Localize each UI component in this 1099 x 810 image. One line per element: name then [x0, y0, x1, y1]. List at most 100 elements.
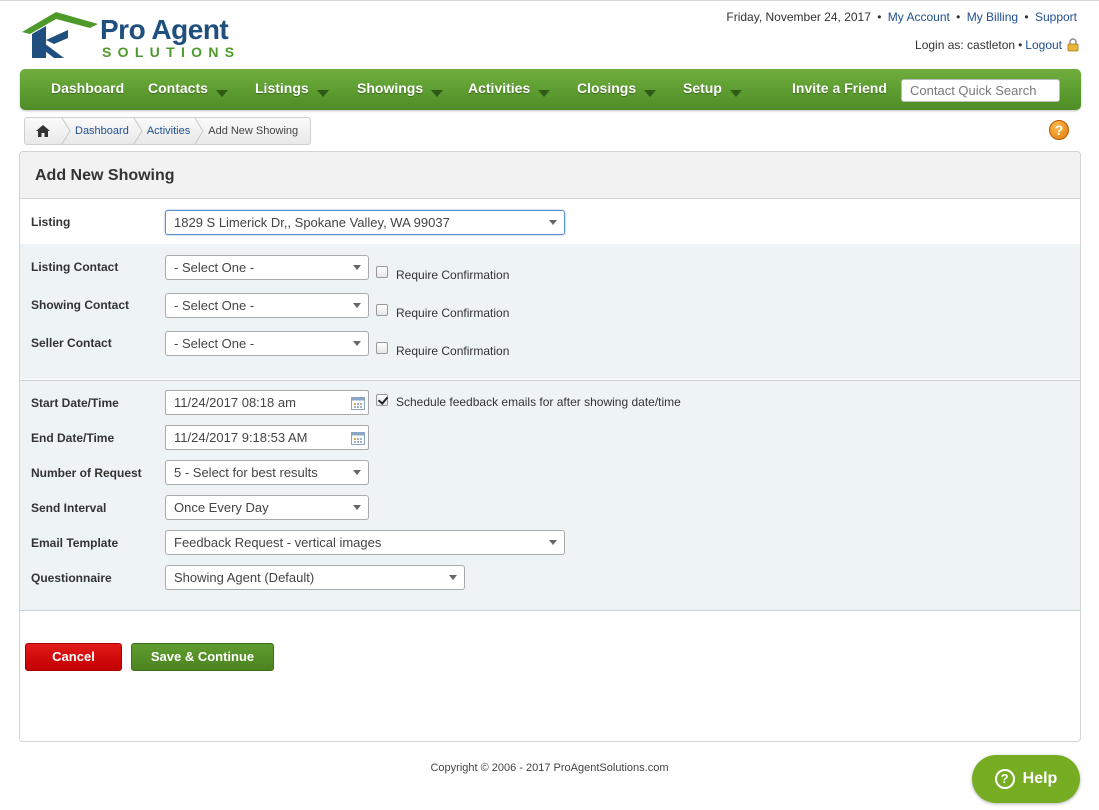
chevron-down-icon	[549, 540, 557, 545]
house-logo-icon	[22, 12, 98, 58]
add-showing-panel: Add New Showing Listing 1829 S Limerick …	[19, 151, 1081, 742]
nav-setup[interactable]: Setup	[683, 69, 742, 110]
chevron-down-icon	[353, 470, 361, 475]
nav-invite-friend[interactable]: Invite a Friend	[792, 69, 887, 110]
help-question-icon[interactable]: ?	[1049, 120, 1069, 140]
send-interval-label: Send Interval	[31, 501, 107, 515]
listing-contact-require-checkbox[interactable]	[376, 266, 388, 278]
listing-select[interactable]: 1829 S Limerick Dr,, Spokane Valley, WA …	[165, 210, 565, 235]
start-datetime-input[interactable]: 11/24/2017 08:18 am	[165, 390, 369, 415]
caret-down-icon	[215, 90, 228, 97]
calendar-icon[interactable]	[351, 396, 365, 410]
support-link[interactable]: Support	[1035, 10, 1077, 24]
separator: •	[1024, 10, 1029, 24]
email-template-select[interactable]: Feedback Request - vertical images	[165, 530, 565, 555]
nav-listings[interactable]: Listings	[255, 69, 329, 110]
nav-contacts[interactable]: Contacts	[148, 69, 228, 110]
calendar-icon[interactable]	[351, 431, 365, 445]
breadcrumb-activities[interactable]: Activities	[143, 125, 194, 137]
seller-contact-require-checkbox[interactable]	[376, 342, 388, 354]
logo[interactable]: Pro Agent SOLUTIONS	[20, 10, 270, 62]
end-datetime-input[interactable]: 11/24/2017 9:18:53 AM	[165, 425, 369, 450]
home-icon	[36, 125, 50, 137]
select-value: - Select One -	[174, 298, 255, 313]
logout-link[interactable]: Logout	[1025, 38, 1062, 52]
chevron-down-icon	[449, 575, 457, 580]
separator: •	[1018, 38, 1023, 52]
select-value: 5 - Select for best results	[174, 465, 318, 480]
login-info: Login as: castleton • Logout	[915, 38, 1080, 52]
caret-down-icon	[729, 90, 742, 97]
select-value: - Select One -	[174, 260, 255, 275]
nav-label: Showings	[357, 80, 424, 96]
help-icon: ?	[994, 769, 1015, 789]
breadcrumb-home[interactable]	[25, 118, 61, 144]
help-button[interactable]: ? Help	[972, 755, 1080, 803]
breadcrumb-dashboard[interactable]: Dashboard	[71, 125, 133, 137]
chevron-down-icon	[353, 303, 361, 308]
select-value: Showing Agent (Default)	[174, 570, 315, 585]
nav-label: Activities	[468, 80, 531, 96]
nav-label: Dashboard	[51, 80, 125, 96]
my-billing-link[interactable]: My Billing	[967, 10, 1018, 24]
nav-label: Setup	[683, 80, 722, 96]
select-value: Once Every Day	[174, 500, 269, 515]
current-date: Friday, November 24, 2017	[726, 10, 871, 24]
require-confirmation-label: Require Confirmation	[396, 344, 510, 358]
listing-contact-select[interactable]: - Select One -	[165, 255, 369, 280]
lock-icon[interactable]	[1066, 38, 1080, 52]
nav-label: Closings	[577, 80, 637, 96]
number-of-request-label: Number of Request	[31, 466, 142, 480]
save-continue-button[interactable]: Save & Continue	[131, 643, 274, 671]
main-nav: Dashboard Contacts Listings Showings Act…	[20, 69, 1081, 110]
questionnaire-label: Questionnaire	[31, 571, 112, 585]
my-account-link[interactable]: My Account	[888, 10, 950, 24]
brand-name: Pro Agent	[100, 14, 229, 45]
chevron-down-icon	[353, 341, 361, 346]
seller-contact-select[interactable]: - Select One -	[165, 331, 369, 356]
help-label: Help	[1022, 770, 1058, 787]
showing-contact-select[interactable]: - Select One -	[165, 293, 369, 318]
nav-label: Contacts	[148, 80, 208, 96]
breadcrumb: Dashboard Activities Add New Showing	[24, 117, 311, 145]
login-user: Login as: castleton	[915, 38, 1016, 52]
separator: •	[956, 10, 961, 24]
require-confirmation-label: Require Confirmation	[396, 268, 510, 282]
send-interval-select[interactable]: Once Every Day	[165, 495, 369, 520]
caret-down-icon	[538, 90, 551, 97]
breadcrumb-current: Add New Showing	[208, 125, 299, 137]
chevron-down-icon	[353, 505, 361, 510]
caret-down-icon	[316, 90, 329, 97]
chevron-down-icon	[353, 265, 361, 270]
nav-dashboard[interactable]: Dashboard	[51, 69, 124, 110]
chevron-down-icon	[549, 220, 557, 225]
separator: •	[877, 10, 882, 24]
caret-down-icon	[431, 90, 444, 97]
breadcrumb-separator-icon	[133, 118, 143, 144]
seller-contact-label: Seller Contact	[31, 336, 112, 350]
nav-closings[interactable]: Closings	[577, 69, 657, 110]
number-of-request-select[interactable]: 5 - Select for best results	[165, 460, 369, 485]
caret-down-icon	[644, 90, 657, 97]
footer-copyright: Copyright © 2006 - 2017 ProAgentSolution…	[430, 762, 669, 774]
showing-contact-require-checkbox[interactable]	[376, 304, 388, 316]
nav-showings[interactable]: Showings	[357, 69, 444, 110]
showing-contact-label: Showing Contact	[31, 298, 129, 312]
questionnaire-select[interactable]: Showing Agent (Default)	[165, 565, 465, 590]
contact-quick-search-input[interactable]	[901, 79, 1060, 102]
listing-contact-label: Listing Contact	[31, 260, 119, 274]
require-confirmation-label: Require Confirmation	[396, 306, 510, 320]
brand-tagline: SOLUTIONS	[102, 44, 241, 60]
select-value: Feedback Request - vertical images	[174, 535, 382, 550]
end-datetime-label: End Date/Time	[31, 431, 115, 445]
breadcrumb-separator-icon	[61, 118, 71, 144]
nav-label: Listings	[255, 80, 309, 96]
cancel-button[interactable]: Cancel	[25, 643, 122, 671]
schedule-feedback-label: Schedule feedback emails for after showi…	[396, 395, 681, 409]
top-links: Friday, November 24, 2017 • My Account •…	[726, 10, 1077, 24]
input-value: 11/24/2017 08:18 am	[174, 395, 296, 410]
start-datetime-label: Start Date/Time	[31, 396, 119, 410]
nav-activities[interactable]: Activities	[468, 69, 551, 110]
select-value: - Select One -	[174, 336, 255, 351]
schedule-feedback-checkbox[interactable]	[376, 394, 388, 406]
